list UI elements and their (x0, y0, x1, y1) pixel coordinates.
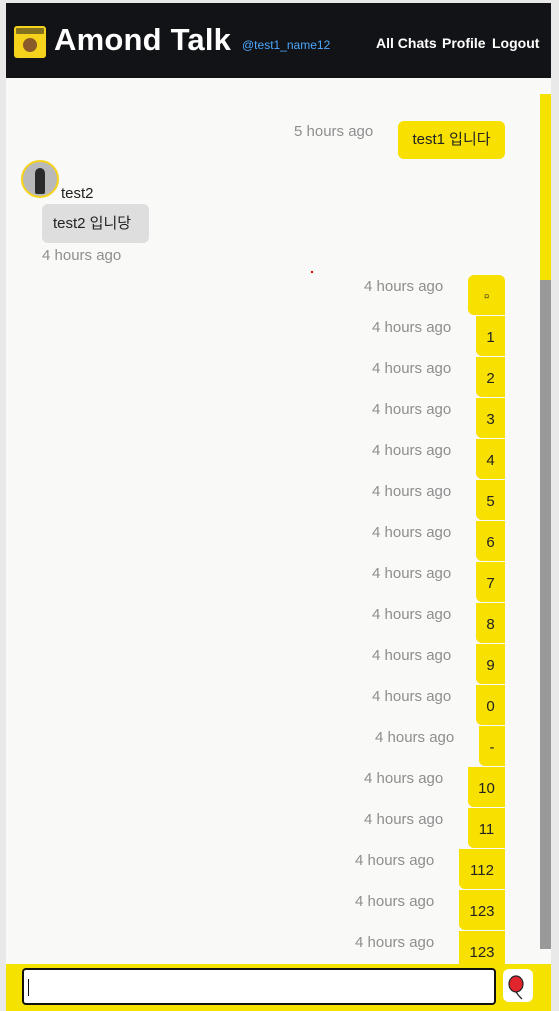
text-caret (28, 979, 29, 996)
header: Amond Talk @test1_name12 All Chats Profi… (6, 3, 551, 78)
scrollbar-thumb[interactable] (540, 94, 551, 280)
message-time: 4 hours ago (355, 934, 435, 951)
logo-text-mark (16, 28, 44, 34)
my-message-bubble: 112 (459, 849, 505, 889)
my-message-bubble: 123 (459, 890, 505, 930)
sender-name: test2 (61, 185, 94, 202)
nav-all-chats[interactable]: All Chats (376, 35, 437, 51)
message-time: 4 hours ago (372, 360, 452, 377)
message-time: 5 hours ago (294, 123, 374, 140)
my-message-bubble: 6 (476, 521, 505, 561)
my-message-bubble: test1 입니다 (398, 121, 505, 159)
my-message-bubble: - (479, 726, 505, 766)
message-input[interactable] (22, 968, 496, 1005)
my-message-bubble: 10 (468, 767, 505, 807)
my-message-bubble: 9 (476, 644, 505, 684)
message-time: 4 hours ago (355, 893, 435, 910)
message-time: 4 hours ago (375, 729, 455, 746)
message-time: 4 hours ago (372, 319, 452, 336)
my-message-bubble: 8 (476, 603, 505, 643)
my-message-bubble: 7 (476, 562, 505, 602)
message-time: 4 hours ago (372, 442, 452, 459)
my-message-bubble: 11 (468, 808, 505, 848)
message-time: 4 hours ago (372, 524, 452, 541)
my-message-bubble: ▫ (468, 275, 505, 315)
app-title: Amond Talk (54, 22, 232, 57)
avatar[interactable] (21, 160, 59, 198)
message-time: 4 hours ago (364, 278, 444, 295)
my-message-bubble: 2 (476, 357, 505, 397)
message-time: 4 hours ago (372, 483, 452, 500)
my-message-bubble: 3 (476, 398, 505, 438)
app-logo[interactable] (14, 26, 46, 58)
other-message-bubble: test2 입니당 (42, 204, 149, 243)
message-time: 4 hours ago (372, 688, 452, 705)
message-time: 4 hours ago (364, 811, 444, 828)
balloon-icon (508, 975, 524, 1000)
avatar-figure (35, 168, 45, 194)
stray-mark (311, 271, 313, 273)
user-handle: @test1_name12 (242, 38, 331, 52)
chat-window: Amond Talk @test1_name12 All Chats Profi… (6, 3, 551, 1011)
message-time: 4 hours ago (355, 852, 435, 869)
message-time: 4 hours ago (372, 401, 452, 418)
logo-figure (23, 38, 37, 52)
send-button[interactable] (503, 969, 533, 1002)
my-message-bubble: 0 (476, 685, 505, 725)
message-time: 4 hours ago (372, 647, 452, 664)
message-time: 4 hours ago (372, 565, 452, 582)
nav-logout[interactable]: Logout (492, 35, 539, 51)
my-message-bubble: 4 (476, 439, 505, 479)
message-time: 4 hours ago (372, 606, 452, 623)
my-message-bubble: 1 (476, 316, 505, 356)
nav-profile[interactable]: Profile (442, 35, 486, 51)
my-message-bubble: 5 (476, 480, 505, 520)
message-time: 4 hours ago (364, 770, 444, 787)
message-time: 4 hours ago (42, 247, 122, 264)
